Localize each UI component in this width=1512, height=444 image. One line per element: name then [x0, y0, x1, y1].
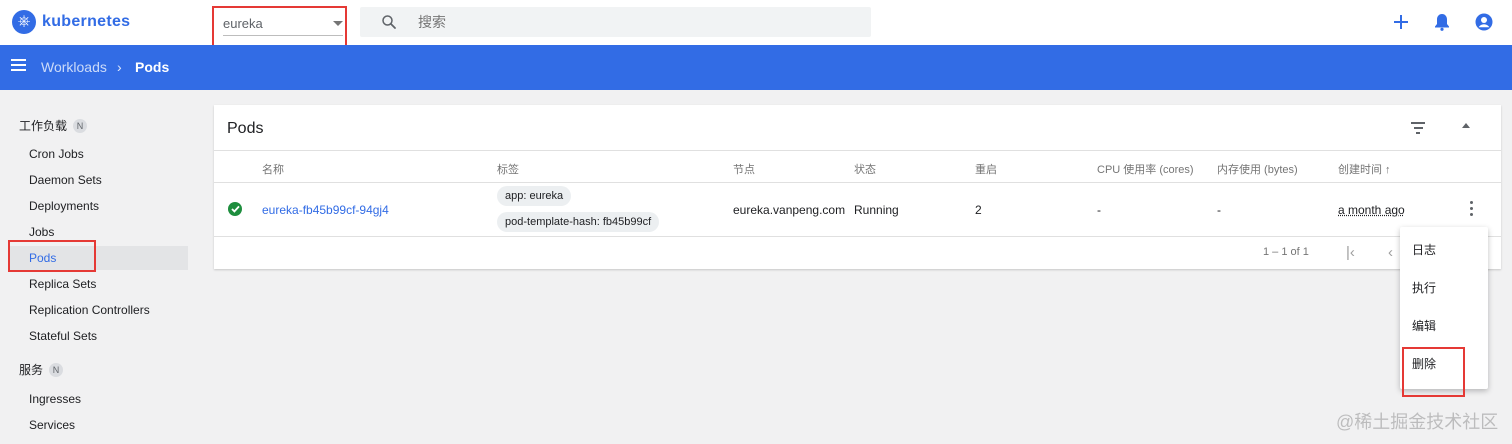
column-header-created[interactable]: 创建时间 ↑ [1338, 161, 1391, 177]
sidebar-item-daemon-sets[interactable]: Daemon Sets [8, 168, 188, 192]
namespaced-badge: N [49, 362, 64, 377]
sidebar-item-cron-jobs[interactable]: Cron Jobs [8, 142, 188, 166]
app-logo[interactable]: ⎈ kubernetes [12, 10, 130, 34]
namespace-selector[interactable]: eureka [212, 6, 347, 47]
caret-down-icon [333, 21, 343, 26]
card-title: Pods [227, 120, 264, 137]
pods-card: Pods 名称 标签 节点 状态 重启 CPU 使用率 (cores) 内存使用… [214, 105, 1501, 269]
search-icon [382, 15, 396, 29]
chevron-left-icon[interactable]: ‹ [1388, 244, 1393, 261]
label-chip: app: eureka [497, 186, 572, 206]
pod-name-link[interactable]: eureka-fb45b99cf-94gj4 [262, 203, 389, 217]
sidebar-group-label: 服务 [19, 363, 44, 377]
column-header-memory: 内存使用 (bytes) [1217, 164, 1298, 176]
account-button[interactable] [1473, 11, 1495, 33]
more-vert-icon[interactable] [1470, 201, 1474, 217]
breadcrumb-workloads[interactable]: Workloads [41, 59, 107, 75]
plus-icon [1394, 15, 1408, 29]
kubernetes-helm-icon: ⎈ [12, 10, 36, 34]
delete-highlight-box [1402, 347, 1465, 397]
sidebar-group-services[interactable]: 服务 N [19, 361, 64, 378]
column-header-status: 状态 [854, 164, 876, 176]
sidebar-item-services[interactable]: Services [8, 413, 188, 437]
namespace-dropdown[interactable]: eureka [223, 16, 343, 36]
watermark: @稀土掘金技术社区 [1336, 412, 1499, 432]
breadcrumb-bar: Workloads › Pods [0, 45, 1512, 90]
search-input[interactable] [418, 13, 848, 31]
menu-item-edit[interactable]: 编辑 [1400, 307, 1488, 345]
sidebar-item-replication-controllers[interactable]: Replication Controllers [8, 298, 188, 322]
pod-node[interactable]: eureka.vanpeng.com [733, 203, 845, 217]
row-divider [214, 182, 1501, 183]
collapse-icon[interactable] [1462, 123, 1470, 128]
pagination-range: 1 – 1 of 1 [1263, 246, 1309, 258]
chevron-right-icon: › [117, 59, 122, 75]
app-name: kubernetes [42, 13, 131, 30]
hamburger-menu-icon[interactable] [11, 59, 26, 75]
pods-highlight-box [8, 240, 96, 272]
namespaced-badge: N [73, 118, 88, 133]
pod-restarts: 2 [975, 203, 982, 217]
first-page-icon[interactable]: |‹ [1346, 244, 1355, 261]
sidebar-group-label: 工作负载 [19, 119, 68, 133]
pod-created: a month ago [1338, 203, 1405, 217]
header-divider [214, 150, 1501, 151]
check-circle-icon [228, 202, 242, 216]
account-circle-icon [1475, 13, 1493, 31]
filter-icon[interactable] [1411, 122, 1425, 134]
column-header-cpu: CPU 使用率 (cores) [1097, 164, 1194, 176]
search-bar[interactable] [360, 7, 871, 37]
sidebar-item-ingresses[interactable]: Ingresses [8, 387, 188, 411]
footer-divider [214, 236, 1501, 237]
menu-item-exec[interactable]: 执行 [1400, 269, 1488, 307]
pod-memory: - [1217, 203, 1221, 217]
sidebar-item-replica-sets[interactable]: Replica Sets [8, 272, 188, 296]
column-header-name[interactable]: 名称 [262, 161, 284, 177]
menu-item-logs[interactable]: 日志 [1400, 231, 1488, 269]
bell-icon [1435, 14, 1449, 31]
pod-cpu: - [1097, 203, 1101, 217]
sidebar-item-deployments[interactable]: Deployments [8, 194, 188, 218]
top-bar: ⎈ kubernetes eureka [0, 0, 1512, 47]
sidebar-group-workloads[interactable]: 工作负载 N [19, 117, 88, 134]
column-header-restarts: 重启 [975, 164, 997, 176]
column-header-labels: 标签 [497, 164, 519, 176]
sidebar-item-stateful-sets[interactable]: Stateful Sets [8, 324, 188, 348]
column-header-node: 节点 [733, 164, 755, 176]
pod-status: Running [854, 203, 899, 217]
label-chip: pod-template-hash: fb45b99cf [497, 212, 660, 232]
namespace-value: eureka [223, 16, 263, 31]
create-button[interactable] [1390, 11, 1412, 33]
breadcrumb-current: Pods [135, 59, 170, 75]
notifications-button[interactable] [1431, 11, 1453, 33]
